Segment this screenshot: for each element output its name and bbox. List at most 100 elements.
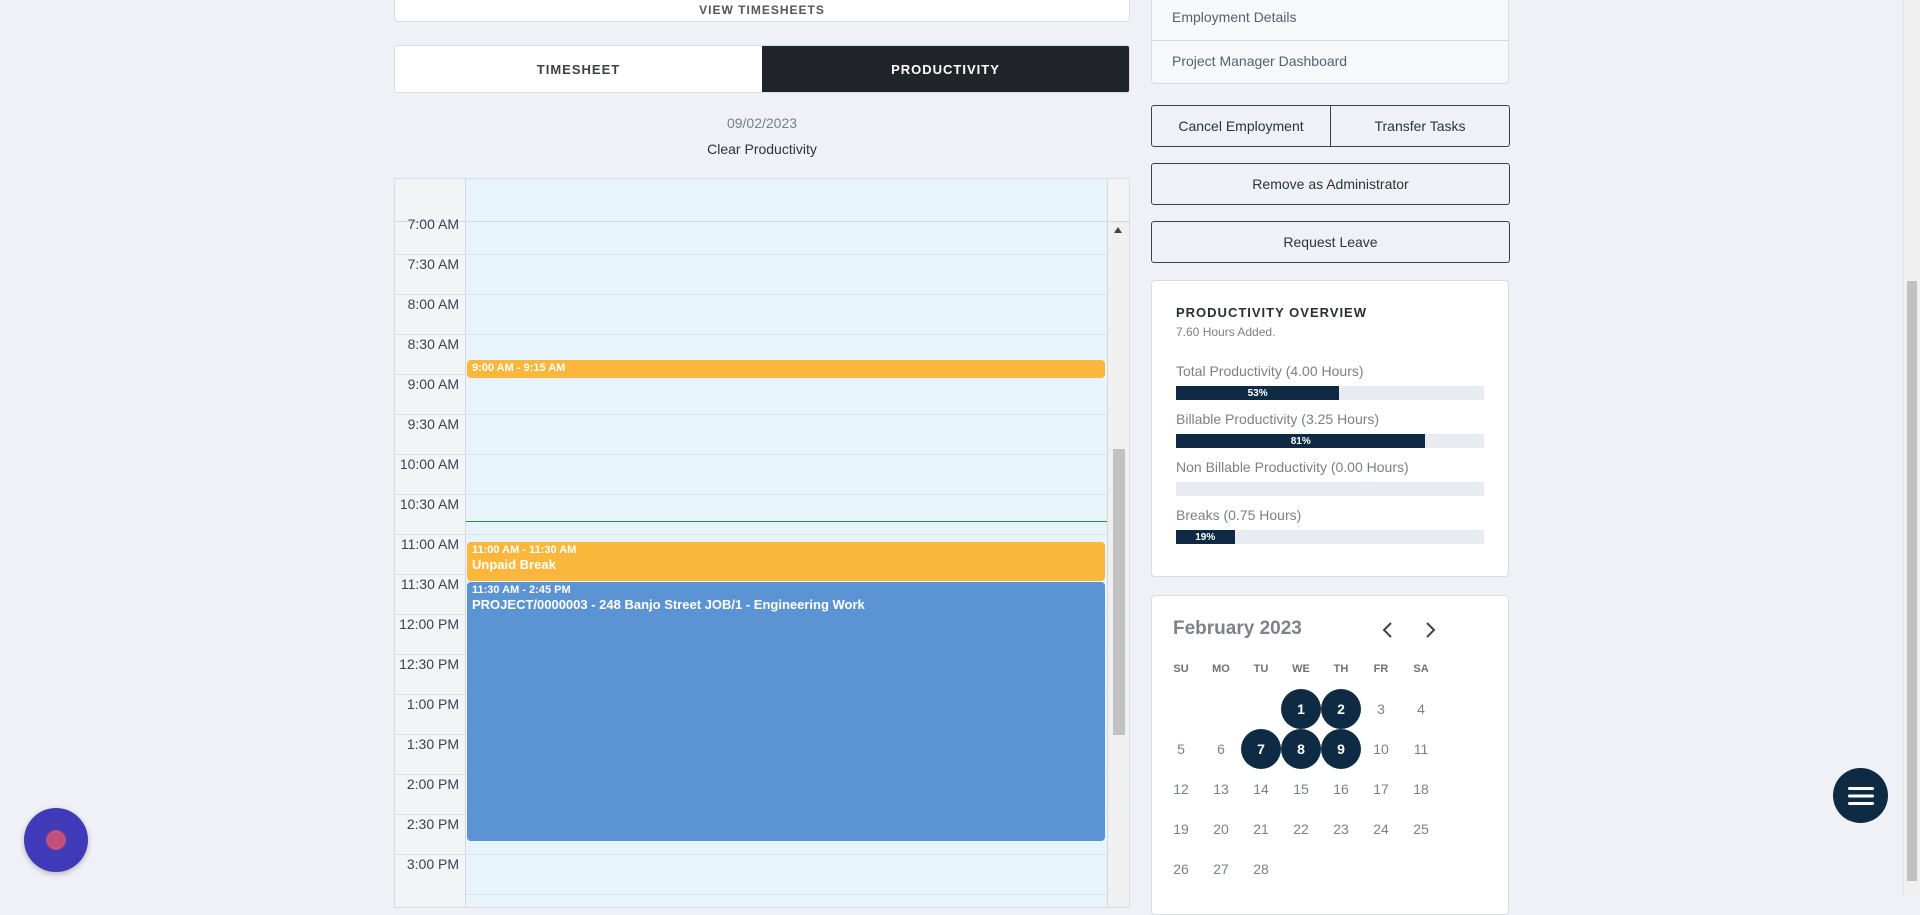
weekday-label: FR [1373, 663, 1389, 675]
view-tabs: TIMESHEET PRODUCTIVITY [394, 45, 1130, 93]
calendar-day[interactable]: 17 [1361, 769, 1401, 809]
day-column[interactable]: 9:00 AM - 9:15 AM 11:00 AM - 11:30 AM Un… [466, 222, 1107, 907]
calendar-day[interactable]: 20 [1201, 809, 1241, 849]
view-timesheets-button[interactable]: VIEW TIMESHEETS [394, 0, 1130, 22]
calendar-day[interactable]: 26 [1161, 849, 1201, 889]
weekday-label: TH [1333, 663, 1349, 675]
time-gridline [395, 294, 465, 295]
slot-gridline [466, 414, 1107, 415]
event-title: PROJECT/0000003 - 248 Banjo Street JOB/1… [472, 597, 865, 612]
scroll-up-arrow-icon[interactable] [1114, 227, 1122, 233]
calendar-day[interactable]: 8 [1281, 729, 1321, 769]
metric-label: Non Billable Productivity (0.00 Hours) [1176, 459, 1409, 475]
calendar-day[interactable]: 3 [1361, 689, 1401, 729]
chevron-right-icon [1426, 622, 1436, 638]
calendar-day[interactable]: 9 [1321, 729, 1361, 769]
calendar-scroll-thumb[interactable] [1113, 449, 1125, 735]
time-gridline [395, 814, 465, 815]
calendar-day[interactable]: 22 [1281, 809, 1321, 849]
tab-productivity[interactable]: PRODUCTIVITY [762, 46, 1129, 92]
calendar-day[interactable]: 23 [1321, 809, 1361, 849]
calendar-day[interactable]: 10 [1361, 729, 1401, 769]
calendar-body: 7:00 AM 7:30 AM 8:00 AM 8:30 AM 9:00 AM 9:30 … [395, 216, 1129, 907]
weekday-label: SU [1173, 663, 1189, 675]
calendar-day[interactable]: 12 [1161, 769, 1201, 809]
transfer-tasks-button[interactable]: Transfer Tasks [1330, 106, 1509, 146]
time-gridline [395, 854, 465, 855]
remove-admin-button[interactable]: Remove as Administrator [1151, 163, 1510, 205]
tab-timesheet[interactable]: TIMESHEET [395, 46, 762, 92]
calendar-day[interactable]: 16 [1321, 769, 1361, 809]
menu-employment-details[interactable]: Employment Details [1172, 9, 1297, 25]
time-gutter: 7:00 AM 7:30 AM 8:00 AM 8:30 AM 9:00 AM 9:30 … [395, 216, 466, 907]
next-month-button[interactable] [1418, 616, 1442, 644]
metric-percent: 81% [1290, 435, 1311, 447]
weekday-label: TU [1253, 663, 1269, 675]
metric-bar: 19% [1176, 530, 1484, 544]
time-label: 1:00 PM [406, 696, 459, 712]
event-project-work[interactable]: 11:30 AM - 2:45 PM PROJECT/0000003 - 248… [467, 582, 1105, 841]
page-scroll-thumb[interactable] [1907, 281, 1917, 881]
time-gridline [395, 334, 465, 335]
tab-timesheet-label: TIMESHEET [536, 61, 621, 77]
slot-gridline [466, 454, 1107, 455]
calendar-day[interactable]: 6 [1201, 729, 1241, 769]
time-label: 3:00 PM [406, 856, 459, 872]
page-scrollbar[interactable] [1903, 0, 1920, 896]
time-label: 7:00 AM [407, 216, 459, 232]
calendar-day[interactable]: 19 [1161, 809, 1201, 849]
metric-bar [1176, 482, 1484, 496]
slot-gridline [466, 854, 1107, 855]
event-short-break[interactable]: 9:00 AM - 9:15 AM [467, 360, 1105, 378]
prev-month-button[interactable] [1376, 616, 1400, 644]
metric-percent: 53% [1247, 387, 1268, 399]
view-timesheets-label: VIEW TIMESHEETS [699, 3, 825, 17]
calendar-day[interactable]: 24 [1361, 809, 1401, 849]
calendar-day[interactable]: 11 [1401, 729, 1441, 769]
day-calendar: 7:00 AM 7:30 AM 8:00 AM 8:30 AM 9:00 AM 9:30 … [394, 178, 1130, 908]
calendar-day[interactable]: 4 [1401, 689, 1441, 729]
time-label: 8:00 AM [407, 296, 459, 312]
calendar-day[interactable]: 21 [1241, 809, 1281, 849]
calendar-day[interactable]: 28 [1241, 849, 1281, 889]
productivity-subtitle: 7.60 Hours Added. [1176, 325, 1276, 339]
selected-date: 09/02/2023 [726, 115, 798, 131]
slot-gridline [466, 534, 1107, 535]
time-gridline [395, 534, 465, 535]
metric-bar: 53% [1176, 386, 1484, 400]
time-label: 2:00 PM [406, 776, 459, 792]
main-menu-button[interactable] [1833, 768, 1888, 823]
request-leave-button[interactable]: Request Leave [1151, 221, 1510, 263]
time-label: 9:30 AM [407, 416, 459, 432]
time-label: 8:30 AM [407, 336, 459, 352]
weekday-label: MO [1212, 663, 1230, 675]
metric-bar: 81% [1176, 434, 1484, 448]
calendar-header-scroll-gutter [1107, 179, 1129, 221]
calendar-day[interactable]: 25 [1401, 809, 1441, 849]
time-label: 1:30 PM [406, 736, 459, 752]
chat-widget-button[interactable] [24, 808, 88, 872]
slot-gridline [466, 254, 1107, 255]
calendar-day[interactable]: 14 [1241, 769, 1281, 809]
calendar-header-gutter [395, 179, 466, 221]
employee-menu: Employment Details Project Manager Dashb… [1151, 0, 1509, 84]
time-gridline [395, 494, 465, 495]
calendar-day[interactable]: 5 [1161, 729, 1201, 769]
chevron-left-icon [1382, 622, 1392, 638]
calendar-day[interactable]: 7 [1241, 729, 1281, 769]
clear-productivity-link[interactable]: Clear Productivity [394, 141, 1130, 157]
time-label: 11:30 AM [400, 576, 459, 592]
calendar-day[interactable]: 2 [1321, 689, 1361, 729]
event-time: 11:00 AM - 11:30 AM [472, 544, 577, 556]
menu-project-manager-dashboard[interactable]: Project Manager Dashboard [1172, 53, 1347, 69]
calendar-day[interactable]: 18 [1401, 769, 1441, 809]
calendar-day[interactable]: 27 [1201, 849, 1241, 889]
calendar-day[interactable]: 1 [1281, 689, 1321, 729]
calendar-day[interactable]: 15 [1281, 769, 1321, 809]
metric-percent: 19% [1195, 531, 1216, 543]
calendar-scrollbar[interactable] [1107, 222, 1129, 907]
hamburger-icon [1847, 786, 1874, 805]
calendar-day[interactable]: 13 [1201, 769, 1241, 809]
cancel-employment-button[interactable]: Cancel Employment [1152, 106, 1330, 146]
event-unpaid-break[interactable]: 11:00 AM - 11:30 AM Unpaid Break [467, 542, 1105, 581]
